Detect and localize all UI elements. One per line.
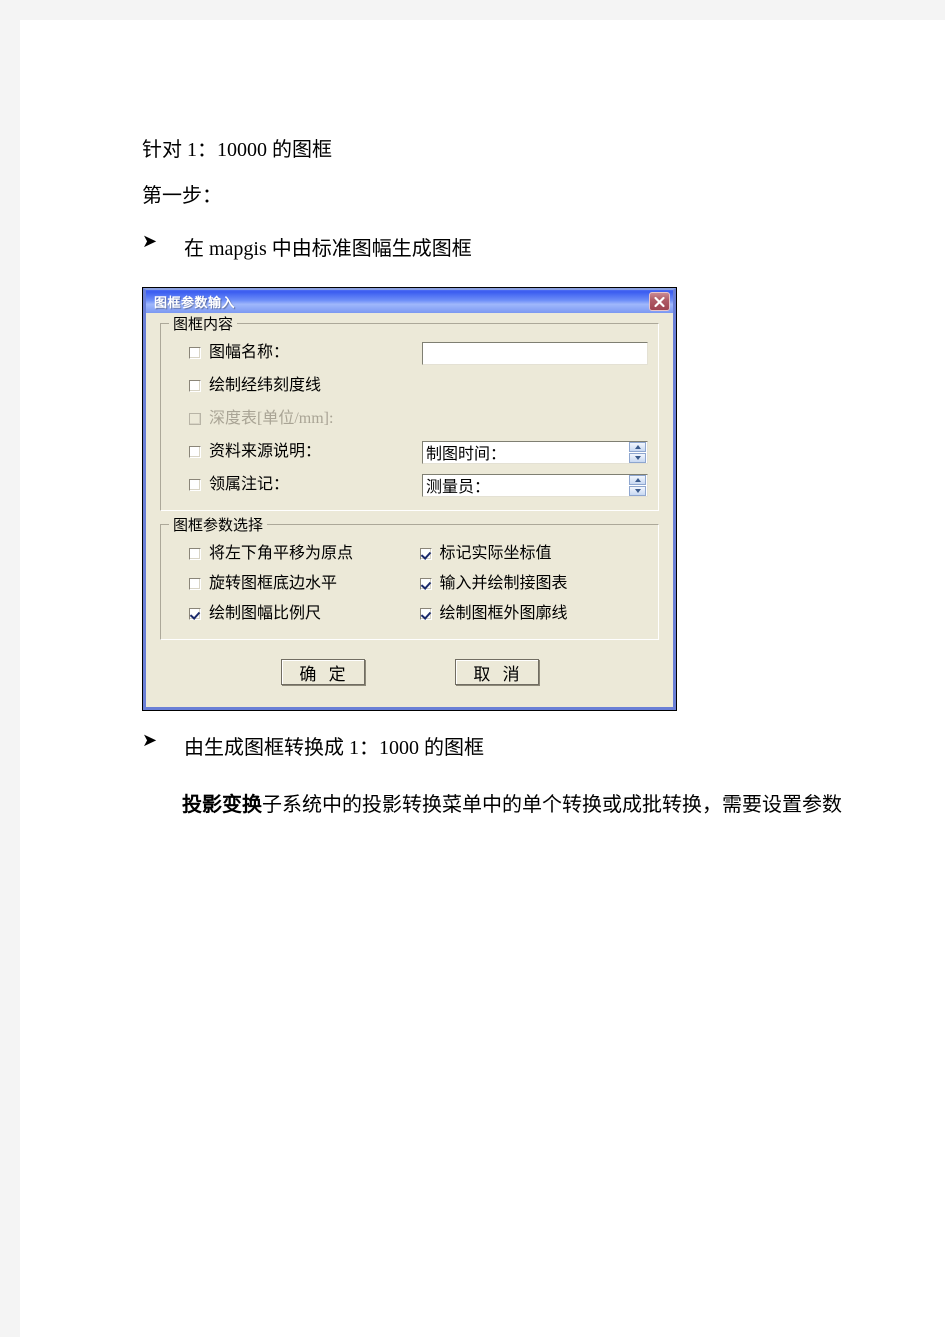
document-page: 针对 1：10000 的图框 第一步： ➤ 在 mapgis 中由标准图幅生成图… (20, 20, 945, 1337)
checkbox-label: 旋转图框底边水平 (209, 575, 338, 592)
checkbox-box-icon (189, 578, 201, 590)
spinner-down-icon[interactable] (629, 485, 646, 496)
checkbox-draw-scalebar[interactable]: 绘制图幅比例尺 (171, 606, 321, 622)
close-x-glyph (654, 296, 665, 307)
checkbox-label: 输入并绘制接图表 (439, 575, 568, 592)
ok-button[interactable]: 确 定 (280, 659, 365, 685)
checkbox-sheet-name[interactable]: 图幅名称： (171, 345, 289, 361)
paragraph-emphasis: 投影变换 (182, 794, 262, 816)
source-note-spinbox[interactable]: 制图时间： (422, 440, 648, 464)
checkbox-box-icon (419, 548, 432, 560)
paragraph-step-one: 第一步： (142, 185, 222, 207)
checkbox-label: 深度表[单位/mm]: (209, 410, 334, 427)
spinner-up-icon[interactable] (629, 441, 646, 452)
checkbox-translate-origin[interactable]: 将左下角平移为原点 (171, 546, 353, 562)
checkbox-label: 绘制经纬刻度线 (209, 377, 322, 394)
checkbox-box-icon (419, 578, 432, 590)
document-body: 针对 1：10000 的图框 第一步： ➤ 在 mapgis 中由标准图幅生成图… (142, 140, 882, 824)
checkbox-rotate-baseline[interactable]: 旋转图框底边水平 (171, 576, 337, 592)
row-depth-table: 深度表[单位/mm]: (171, 404, 648, 434)
dialog-title: 图框参数输入 (154, 295, 236, 310)
param-cell: 标记实际坐标值 (410, 546, 649, 562)
checkbox-box-icon (419, 608, 432, 620)
checkbox-label: 图幅名称： (209, 344, 290, 361)
bullet-item-generate-frame: ➤ 在 mapgis 中由标准图幅生成图框 (142, 231, 882, 261)
checkbox-mark-real-coords[interactable]: 标记实际坐标值 (410, 546, 552, 562)
param-cell: 输入并绘制接图表 (410, 576, 649, 592)
frame-parameter-dialog: 图框参数输入 图框内容 图幅名称： 绘制经纬刻度线 深度表[单位/mm]: 资料… (142, 287, 677, 711)
sheet-name-input[interactable] (422, 341, 648, 365)
bullet-text: 由生成图框转换成 1：1000 的图框 (184, 737, 484, 759)
dialog-screenshot: 图框参数输入 图框内容 图幅名称： 绘制经纬刻度线 深度表[单位/mm]: 资料… (142, 287, 681, 711)
checkbox-source-note[interactable]: 资料来源说明： (171, 444, 321, 460)
ownership-note-spinbox[interactable]: 测量员： (422, 473, 648, 497)
checkbox-draw-graticule[interactable]: 绘制经纬刻度线 (171, 378, 321, 394)
field-ownership-note-wrap: 测量员： (422, 473, 648, 497)
dialog-button-row: 确 定 取 消 (160, 653, 659, 695)
ownership-note-input[interactable]: 测量员： (422, 473, 648, 497)
params-row-2: 旋转图框底边水平 输入并绘制接图表 (171, 569, 648, 599)
bullet-arrow-icon: ➤ (142, 730, 158, 750)
checkbox-draw-outer-border[interactable]: 绘制图框外图廓线 (410, 606, 568, 622)
field-sheet-name-wrap (422, 341, 648, 365)
close-icon[interactable] (649, 292, 670, 311)
row-ownership-note: 领属注记： 测量员： (171, 470, 648, 500)
dialog-titlebar[interactable]: 图框参数输入 (143, 288, 676, 313)
param-cell: 将左下角平移为原点 (171, 546, 410, 562)
spinner-control[interactable] (629, 474, 646, 496)
spinner-control[interactable] (629, 441, 646, 463)
source-note-input[interactable]: 制图时间： (422, 440, 648, 464)
params-row-3: 绘制图幅比例尺 绘制图框外图廓线 (171, 599, 648, 629)
checkbox-label: 资料来源说明： (209, 443, 322, 460)
cancel-button[interactable]: 取 消 (454, 659, 539, 685)
bullet-text: 在 mapgis 中由标准图幅生成图框 (184, 238, 472, 260)
checkbox-label: 标记实际坐标值 (439, 545, 552, 562)
groupbox-frame-params-title: 图框参数选择 (169, 514, 268, 535)
spinner-down-icon[interactable] (629, 452, 646, 463)
checkbox-label: 领属注记： (209, 476, 290, 493)
param-cell: 绘制图框外图廓线 (410, 606, 649, 622)
spinner-up-icon[interactable] (629, 474, 646, 485)
paragraph-text: 子系统中的投影转换菜单中的单个转换或成批转换，需要设置参数 (262, 794, 842, 816)
param-cell: 旋转图框底边水平 (171, 576, 410, 592)
row-sheet-name: 图幅名称： (171, 338, 648, 368)
paragraph-projection-note: 投影变换子系统中的投影转换菜单中的单个转换或成批转换，需要设置参数 (142, 786, 882, 824)
param-cell: 绘制图幅比例尺 (171, 606, 410, 622)
checkbox-input-index-map[interactable]: 输入并绘制接图表 (410, 576, 568, 592)
checkbox-label: 将左下角平移为原点 (209, 545, 354, 562)
row-draw-graticule: 绘制经纬刻度线 (171, 371, 648, 401)
checkbox-box-icon (189, 608, 201, 620)
checkbox-box-icon (189, 479, 201, 491)
groupbox-frame-content-title: 图框内容 (169, 313, 238, 334)
params-row-1: 将左下角平移为原点 标记实际坐标值 (171, 539, 648, 569)
checkbox-box-icon (189, 413, 201, 425)
field-source-note-wrap: 制图时间： (422, 440, 648, 464)
dialog-inner-frame: 图框内容 图幅名称： 绘制经纬刻度线 深度表[单位/mm]: 资料来源说明： 制… (143, 313, 676, 710)
paragraph-title-scale: 针对 1：10000 的图框 (142, 139, 332, 161)
checkbox-box-icon (189, 446, 201, 458)
row-source-note: 资料来源说明： 制图时间： (171, 437, 648, 467)
checkbox-box-icon (189, 380, 201, 392)
checkbox-box-icon (189, 548, 201, 560)
checkbox-box-icon (189, 347, 201, 359)
checkbox-depth-table: 深度表[单位/mm]: (171, 411, 333, 427)
checkbox-label: 绘制图幅比例尺 (209, 605, 322, 622)
dialog-content: 图框内容 图幅名称： 绘制经纬刻度线 深度表[单位/mm]: 资料来源说明： 制… (146, 313, 673, 707)
checkbox-label: 绘制图框外图廓线 (439, 605, 568, 622)
bullet-arrow-icon: ➤ (142, 231, 158, 251)
bullet-item-convert-frame: ➤ 由生成图框转换成 1：1000 的图框 (142, 730, 882, 760)
checkbox-ownership-note[interactable]: 领属注记： (171, 477, 289, 493)
groupbox-frame-params: 图框参数选择 将左下角平移为原点 标记实际坐标值 旋转图框底边水平 输入并绘制接… (160, 514, 659, 640)
groupbox-frame-content: 图框内容 图幅名称： 绘制经纬刻度线 深度表[单位/mm]: 资料来源说明： 制… (160, 313, 659, 511)
